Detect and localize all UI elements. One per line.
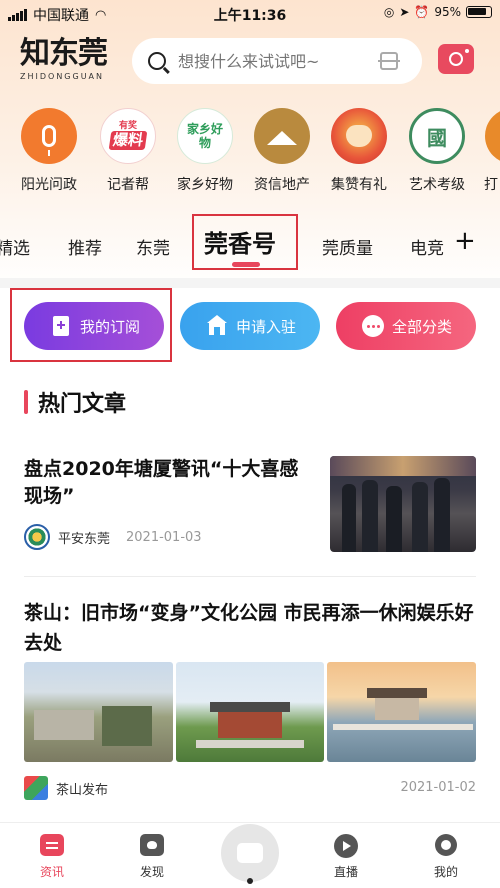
tab-tuijian[interactable]: 推荐: [68, 234, 102, 259]
tab-dongguan[interactable]: 东莞: [136, 234, 170, 259]
home-indicator: [247, 878, 253, 884]
article-date: 2021-01-02: [400, 780, 476, 795]
nav-news[interactable]: 资讯: [22, 834, 82, 880]
category-label: 集赞有礼: [331, 177, 387, 193]
category-label: 阳光问政: [21, 177, 77, 193]
logo-subtext: ZHIDONGGUAN: [20, 72, 105, 81]
lock-rotation-icon: ◎: [383, 5, 395, 19]
news-icon: [39, 834, 65, 858]
logo-text: 知东莞: [20, 36, 108, 71]
article-date: 2021-01-03: [126, 529, 202, 545]
nav-video-button[interactable]: [221, 824, 279, 882]
section-separator: [0, 278, 500, 288]
pill-label: 申请入驻: [236, 317, 297, 336]
profile-icon: [433, 834, 459, 858]
camera-button[interactable]: [438, 44, 474, 74]
section-title: 热门文章: [38, 392, 127, 417]
nav-profile[interactable]: 我的: [416, 834, 476, 880]
apply-join-button[interactable]: 申请入驻: [180, 302, 320, 350]
tab-guanzhiliang[interactable]: 莞质量: [322, 234, 373, 259]
alarm-icon: ⏰: [414, 5, 430, 19]
article-meta: 茶山发布: [24, 776, 108, 800]
category-label: 记者帮: [107, 177, 149, 193]
article-source[interactable]: 平安东莞: [58, 528, 110, 547]
article-image-row[interactable]: [24, 662, 477, 762]
category-item[interactable]: 有奖 爆料 记者帮: [91, 108, 165, 194]
search-input[interactable]: [178, 51, 368, 71]
article-title[interactable]: 茶山：旧市场“变身”文化公园 市民再添一休闲娱乐好去处: [24, 598, 476, 658]
battery-icon: [466, 6, 492, 18]
source-avatar[interactable]: [24, 524, 50, 550]
highlight-box-subscription: [10, 288, 172, 362]
category-item[interactable]: 集赞有礼: [322, 108, 396, 194]
app-logo: 知东莞 ZHIDONGGUAN: [20, 36, 120, 82]
article-title[interactable]: 盘点2020年塘厦警讯“十大喜感现场”: [24, 456, 314, 510]
building-icon: [206, 315, 228, 337]
heading-accent-bar: [24, 390, 28, 414]
microphone-icon: [21, 108, 77, 164]
category-item[interactable]: 打: [476, 108, 500, 194]
section-heading: 热门文章: [24, 386, 126, 418]
category-item[interactable]: 资信地产: [245, 108, 319, 194]
location-icon: ➤: [399, 5, 410, 19]
article-image[interactable]: [175, 662, 325, 762]
article-source[interactable]: 茶山发布: [56, 779, 108, 798]
article-divider: [24, 576, 476, 577]
category-label: 打: [484, 177, 498, 193]
all-categories-button[interactable]: 全部分类: [336, 302, 476, 350]
art-exam-seal-icon: 國: [409, 108, 465, 164]
video-camera-icon: [237, 843, 263, 863]
live-play-icon: [333, 834, 359, 858]
tab-dianjing[interactable]: 电竞: [410, 234, 448, 259]
category-label: 家乡好物: [177, 177, 233, 193]
discover-icon: [139, 834, 165, 858]
category-item[interactable]: 國 艺术考级: [400, 108, 474, 194]
category-item[interactable]: 阳光问政: [12, 108, 86, 194]
source-avatar[interactable]: [24, 776, 48, 800]
status-bar: 中国联通 ◠ 上午11:36 ◎ ➤ ⏰ 95%: [0, 0, 500, 28]
battery-percent: 95%: [434, 5, 461, 19]
category-label: 资信地产: [254, 177, 310, 193]
baoliao-badge-icon: 有奖 爆料: [100, 108, 156, 164]
tab-jingxuan[interactable]: 精选: [0, 234, 30, 259]
article-meta: 平安东莞 2021-01-03: [24, 524, 202, 550]
search-bar[interactable]: [132, 38, 422, 84]
house-roof-icon: [254, 108, 310, 164]
article-thumbnail[interactable]: [330, 456, 476, 552]
search-icon: [148, 52, 166, 70]
pill-label: 全部分类: [392, 317, 453, 336]
category-strip: 阳光问政 有奖 爆料 记者帮 家乡好物 家乡好物 资信地产 集赞有礼 國 艺术考…: [0, 108, 500, 198]
article-image[interactable]: [327, 662, 477, 762]
more-dots-icon: [362, 315, 384, 337]
category-label: 艺术考级: [409, 177, 465, 193]
scan-icon[interactable]: [378, 52, 400, 70]
category-item[interactable]: 家乡好物 家乡好物: [168, 108, 242, 194]
nav-live[interactable]: 直播: [316, 834, 376, 880]
ox-mascot-icon: [331, 108, 387, 164]
highlight-box-tab: [192, 214, 298, 270]
add-channel-icon[interactable]: +: [454, 226, 476, 256]
hometown-goods-icon: 家乡好物: [177, 108, 233, 164]
nav-discover[interactable]: 发现: [122, 834, 182, 880]
partial-icon: [485, 108, 500, 164]
article-image[interactable]: [24, 662, 173, 762]
